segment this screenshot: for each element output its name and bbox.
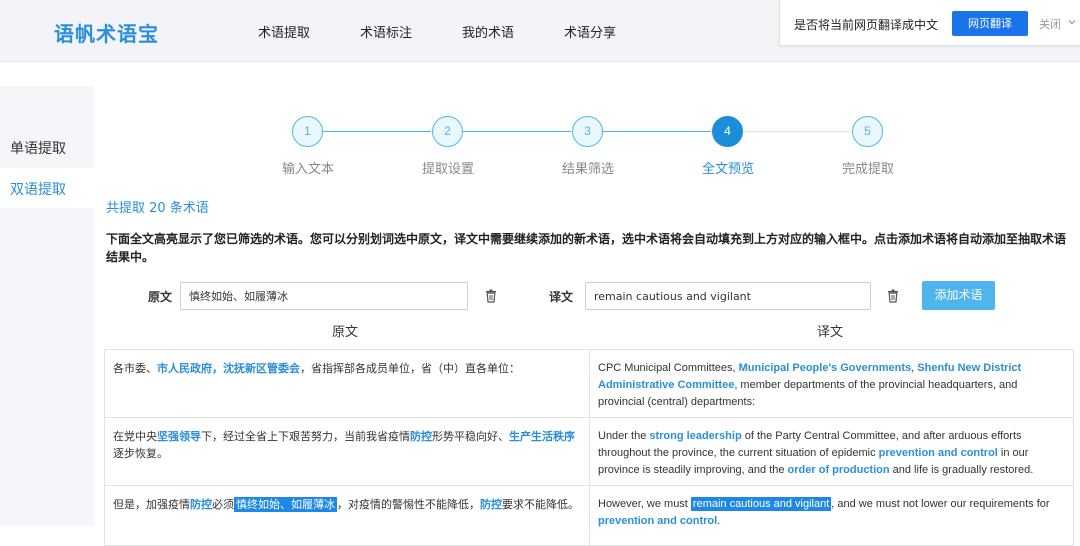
column-header-target: 译文 — [817, 325, 844, 340]
target-cell[interactable]: However, we must remain cautious and vig… — [589, 486, 1074, 546]
sidebar-item-bilingual[interactable]: 双语提取 — [10, 179, 66, 199]
step-1-circle: 1 — [292, 116, 323, 147]
target-cell[interactable]: Under the strong leadership of the Party… — [589, 418, 1074, 486]
highlighted-term[interactable]: 坚强领导 — [157, 430, 201, 443]
step-connector — [743, 131, 851, 132]
bilingual-preview-table: 各市委、市人民政府，沈抚新区管委会，省指挥部各成员单位，省（中）直各单位： CP… — [104, 349, 1074, 546]
highlighted-term[interactable]: order of production — [788, 464, 890, 476]
step-3-label: 结果筛选 — [561, 162, 614, 177]
highlighted-term[interactable]: 生产生活秩序 — [509, 430, 575, 443]
step-5-label: 完成提取 — [841, 162, 894, 177]
cell-text: 在党中央 — [113, 430, 157, 443]
step-2-label: 提取设置 — [421, 162, 474, 177]
translate-prompt-text: 是否将当前网页翻译成中文 — [794, 18, 939, 32]
step-4-label: 全文预览 — [701, 162, 754, 177]
cell-text: However, we must — [598, 498, 691, 510]
highlighted-term[interactable]: prevention and control — [879, 447, 998, 459]
cell-text: 形势平稳向好、 — [432, 430, 509, 443]
source-term-input[interactable] — [180, 282, 468, 310]
table-row: 各市委、市人民政府，沈抚新区管委会，省指挥部各成员单位，省（中）直各单位： CP… — [104, 350, 1074, 418]
cell-text: and life is gradually restored. — [889, 464, 1034, 476]
step-connector — [323, 131, 431, 132]
table-row: 但是，加强疫情防控必须 慎终如始、如履薄冰 ，对疫情的警惕性不能降低，防控要求不能降… — [104, 486, 1074, 546]
target-label: 译文 — [549, 290, 574, 304]
column-header-source: 原文 — [332, 325, 359, 340]
term-count-summary: 共提取 20 条术语 — [106, 201, 209, 216]
nav-item-term-sharing[interactable]: 术语分享 — [564, 22, 616, 41]
cell-text: 下，经过全省上下艰苦努力，当前我省疫情 — [201, 430, 410, 443]
selected-term[interactable]: 慎终如始、如履薄冰 — [234, 497, 337, 512]
highlighted-term[interactable]: 市人民政府，沈抚新区管委会 — [157, 362, 300, 375]
nav-item-my-terms[interactable]: 我的术语 — [462, 22, 514, 41]
cell-text: CPC Municipal Committees, — [598, 362, 739, 374]
cell-text: 必须 — [212, 498, 234, 511]
step-5-circle: 5 — [852, 116, 883, 147]
highlighted-term[interactable]: Municipal People's Governments — [739, 362, 912, 374]
step-2-circle: 2 — [432, 116, 463, 147]
nav-item-term-annotation[interactable]: 术语标注 — [360, 22, 412, 41]
sidebar-item-monolingual[interactable]: 单语提取 — [10, 138, 66, 158]
cell-text: ，省指挥部各成员单位，省（中）直各单位： — [300, 362, 520, 375]
highlighted-term[interactable]: 防控 — [190, 498, 212, 511]
delete-source-icon[interactable] — [485, 289, 497, 303]
cell-text: Under the — [598, 430, 650, 442]
source-cell[interactable]: 各市委、市人民政府，沈抚新区管委会，省指挥部各成员单位，省（中）直各单位： — [104, 350, 589, 418]
highlighted-term[interactable]: 防控 — [410, 430, 432, 443]
highlighted-term[interactable]: prevention and control — [598, 515, 717, 527]
translate-close-button[interactable]: 关闭 — [1039, 16, 1061, 32]
table-row: 在党中央坚强领导下，经过全省上下艰苦努力，当前我省疫情防控形势平稳向好、生产生活… — [104, 418, 1074, 486]
cell-text: 逐步恢复。 — [113, 447, 168, 460]
cell-text: . — [717, 515, 721, 527]
instruction-text: 下面全文高亮显示了您已筛选的术语。您可以分别划词选中原文，译文中需要继续添加的新… — [106, 232, 1067, 264]
main-nav: 术语提取 术语标注 我的术语 术语分享 — [258, 22, 666, 41]
source-cell[interactable]: 但是，加强疫情防控必须 慎终如始、如履薄冰 ，对疫情的警惕性不能降低，防控要求不能降… — [104, 486, 589, 546]
cell-text: ，对疫情的警惕性不能降低， — [337, 498, 480, 511]
app-logo[interactable]: 语帆术语宝 — [54, 18, 159, 47]
step-4-circle: 4 — [712, 116, 743, 147]
source-label: 原文 — [148, 290, 173, 304]
selected-term[interactable]: remain cautious and vigilant — [690, 497, 832, 511]
highlighted-term[interactable]: strong leadership — [649, 430, 741, 442]
step-1-label: 输入文本 — [281, 162, 334, 177]
progress-stepper: 1 2 3 4 5 输入文本 提取设置 结果筛选 全文预览 完成提取 — [270, 116, 910, 186]
sidebar: 单语提取 双语提取 — [0, 86, 94, 526]
target-term-input[interactable] — [585, 282, 871, 310]
cell-text: 要求不能降低。 — [502, 498, 579, 511]
step-3-circle: 3 — [572, 116, 603, 147]
delete-target-icon[interactable] — [887, 289, 899, 303]
cell-text: 各市委、 — [113, 362, 157, 375]
target-cell[interactable]: CPC Municipal Committees, Municipal Peop… — [589, 350, 1074, 418]
source-cell[interactable]: 在党中央坚强领导下，经过全省上下艰苦努力，当前我省疫情防控形势平稳向好、生产生活… — [104, 418, 589, 486]
cell-text: 但是，加强疫情 — [113, 498, 190, 511]
highlighted-term[interactable]: 防控 — [480, 498, 502, 511]
step-connector — [603, 131, 711, 132]
add-term-button[interactable]: 添加术语 — [922, 281, 995, 310]
step-connector — [463, 131, 571, 132]
chevron-down-icon[interactable] — [1067, 17, 1077, 27]
cell-text: , and we must not lower our requirements… — [831, 498, 1050, 510]
nav-item-term-extraction[interactable]: 术语提取 — [258, 22, 310, 41]
translate-prompt-bar: 是否将当前网页翻译成中文 网页翻译 关闭 — [779, 0, 1080, 46]
translate-page-button[interactable]: 网页翻译 — [952, 11, 1028, 36]
